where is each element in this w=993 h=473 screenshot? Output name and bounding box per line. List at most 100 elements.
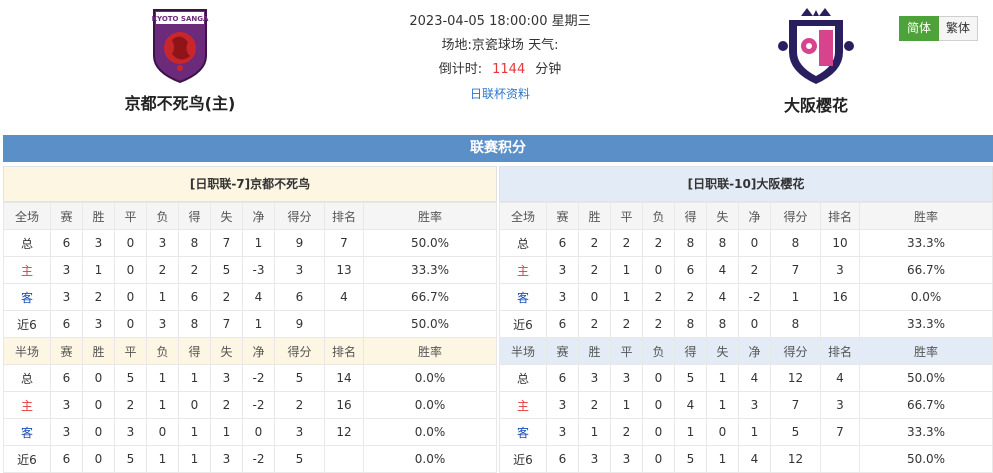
table-row: 客 3 0 3 0 1 1 0 3 12 0.0% [3,418,497,446]
column-header: 全场 [3,202,51,230]
table-cell: 2 [578,256,611,284]
row-label: 主 [3,391,51,419]
column-header: 得 [674,202,707,230]
table-cell: 2 [578,391,611,419]
table-cell: 0 [82,391,115,419]
table-cell: 1 [210,418,243,446]
table-cell: 1 [610,391,643,419]
column-header: 净 [242,202,275,230]
table-cell: 1 [706,445,739,473]
table-cell: 5 [114,364,147,392]
table-cell: 0 [642,256,675,284]
lang-traditional-button[interactable]: 繁体 [939,16,979,41]
table-cell: 3 [210,445,243,473]
table-cell: 3 [146,310,179,338]
table-cell: 2 [642,310,675,338]
table-cell: 13 [324,256,364,284]
column-header: 失 [706,202,739,230]
column-header: 全场 [499,202,547,230]
table-cell: 3 [274,418,325,446]
column-header: 得分 [274,202,325,230]
column-header: 得 [178,337,211,365]
table-cell: 12 [770,364,821,392]
home-team[interactable]: KYOTO SANGA 京都不死鸟(主) [70,6,290,114]
away-team[interactable]: 大阪樱花 [706,6,926,116]
table-cell: 16 [324,391,364,419]
countdown-value: 1144 [492,62,526,77]
table-cell: 1 [146,364,179,392]
column-header: 排名 [324,337,364,365]
table-cell: 2 [578,229,611,257]
column-header: 胜率 [859,337,993,365]
away-half-header-row: 半场赛胜平负得失净得分 排名 胜率 [499,337,993,365]
table-cell: 3 [114,418,147,446]
lang-simplified-button[interactable]: 简体 [899,16,940,41]
table-row: 总 6 0 5 1 1 3 -2 5 14 0.0% [3,364,497,392]
table-cell: 0 [642,445,675,473]
table-cell: 1 [178,364,211,392]
column-header: 赛 [546,337,579,365]
column-header: 半场 [3,337,51,365]
table-cell: 3 [274,256,325,284]
column-header: 胜率 [363,202,497,230]
table-cell: 2 [82,283,115,311]
table-cell: 4 [738,445,771,473]
table-cell: 4 [674,391,707,419]
table-cell: 12 [770,445,821,473]
table-cell: 2 [210,283,243,311]
away-standings-panel: [日职联-10]大阪樱花 全场赛胜平负得失净得分 排名 胜率总 6 2 2 2 8 8 0 8 10 3… [499,166,993,473]
table-cell: 1 [146,391,179,419]
table-cell: 7 [820,418,860,446]
column-header: 负 [642,337,675,365]
table-cell: 1 [178,445,211,473]
table-cell: 6 [50,364,83,392]
table-cell: 0 [114,256,147,284]
column-header: 赛 [546,202,579,230]
table-cell: 12 [324,418,364,446]
table-cell: 5 [210,256,243,284]
table-cell: 3 [738,391,771,419]
table-cell: 33.3% [859,418,993,446]
cup-info-link[interactable]: 日联杯资料 [470,87,530,101]
column-header: 胜率 [363,337,497,365]
row-label: 客 [3,283,51,311]
home-standings-panel: [日职联-7]京都不死鸟 全场赛胜平负得失净得分 排名 胜率总 6 3 0 3 8 7 1 9 7 50… [3,166,497,473]
table-cell: 4 [324,283,364,311]
table-cell: 3 [82,229,115,257]
table-cell: 6 [546,229,579,257]
table-cell: 2 [610,229,643,257]
table-cell: 8 [770,229,821,257]
table-cell: 1 [178,418,211,446]
table-cell: 3 [50,256,83,284]
table-cell: 8 [706,310,739,338]
table-cell: 0 [146,418,179,446]
away-full-header-row: 全场赛胜平负得失净得分 排名 胜率 [499,202,993,230]
table-cell: 3 [546,418,579,446]
row-label: 主 [499,391,547,419]
table-cell: 33.3% [859,229,993,257]
table-cell: 8 [770,310,821,338]
away-standings-table: 全场赛胜平负得失净得分 排名 胜率总 6 2 2 2 8 8 0 8 10 33.3% 主 3 2 1 0 6 4 2 7… [499,202,993,473]
column-header: 胜 [578,202,611,230]
league-standings-title: 联赛积分 [3,135,993,162]
table-cell: 33.3% [363,256,497,284]
table-row: 主 3 1 0 2 2 5 -3 3 13 33.3% [3,256,497,284]
table-cell: 7 [770,256,821,284]
table-cell: 0 [642,391,675,419]
home-standings-caption: [日职联-7]京都不死鸟 [3,166,497,202]
table-row: 总 6 2 2 2 8 8 0 8 10 33.3% [499,229,993,257]
table-cell: 5 [770,418,821,446]
table-row: 近6 6 2 2 2 8 8 0 8 33.3% [499,310,993,338]
column-header: 失 [210,202,243,230]
home-full-header-row: 全场赛胜平负得失净得分 排名 胜率 [3,202,497,230]
table-cell: 50.0% [859,364,993,392]
table-cell: 3 [146,229,179,257]
table-cell: 3 [546,283,579,311]
row-label: 总 [499,229,547,257]
table-cell: 3 [820,256,860,284]
table-cell: 3 [820,391,860,419]
table-row: 主 3 2 1 0 6 4 2 7 3 66.7% [499,256,993,284]
column-header: 胜 [578,337,611,365]
row-label: 近6 [3,445,51,473]
table-cell: 1 [146,283,179,311]
